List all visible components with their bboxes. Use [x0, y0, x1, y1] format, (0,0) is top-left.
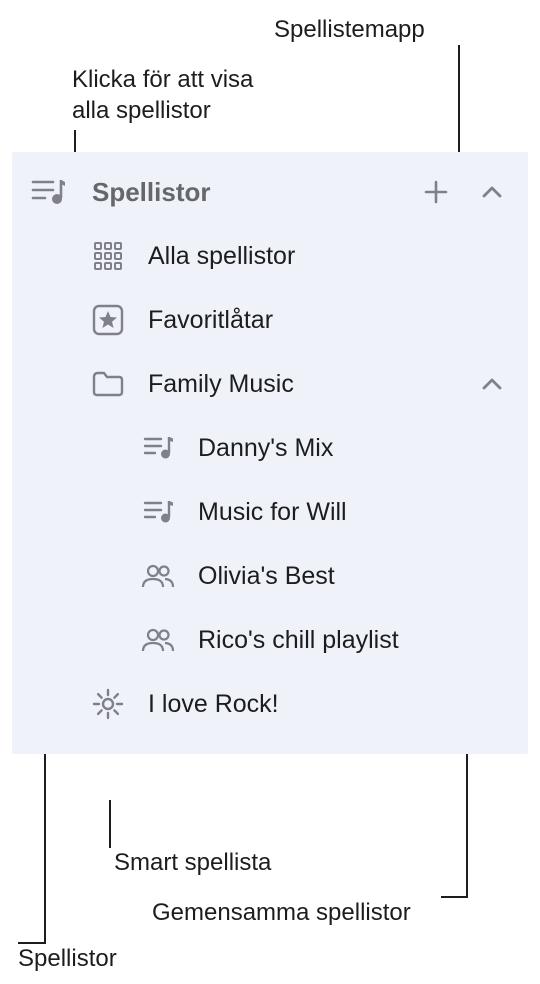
collapse-sidebar-button[interactable] — [474, 174, 510, 210]
sidebar-item-folder[interactable]: Family Music — [12, 352, 528, 416]
sidebar-item-label: I love Rock! — [148, 690, 279, 719]
sidebar-header[interactable]: Spellistor — [12, 170, 528, 224]
sidebar-item-label: Alla spellistor — [148, 242, 295, 271]
people-icon — [140, 622, 176, 658]
add-playlist-button[interactable] — [418, 174, 454, 210]
grid-icon — [90, 238, 126, 274]
sidebar-item-all-playlists[interactable]: Alla spellistor — [12, 224, 528, 288]
sidebar-item-playlist-music-for-will[interactable]: Music for Will — [12, 480, 528, 544]
callout-shared: Gemensamma spellistor — [152, 897, 411, 928]
playlist-icon — [140, 430, 176, 466]
callout-all-line2: alla spellistor — [72, 97, 211, 124]
playlist-icon — [30, 174, 66, 210]
sidebar-item-favorites[interactable]: Favoritlåtar — [12, 288, 528, 352]
people-icon — [140, 558, 176, 594]
callout-folder: Spellistemapp — [274, 14, 425, 45]
sidebar-item-smart-playlist[interactable]: I love Rock! — [12, 672, 528, 736]
sidebar-item-playlist-dannys-mix[interactable]: Danny's Mix — [12, 416, 528, 480]
sidebar-item-label: Favoritlåtar — [148, 306, 273, 335]
sidebar-item-label: Danny's Mix — [198, 434, 333, 463]
sidebar-item-shared-olivias-best[interactable]: Olivia's Best — [12, 544, 528, 608]
sidebar-item-shared-ricos-chill[interactable]: Rico's chill playlist — [12, 608, 528, 672]
collapse-folder-button[interactable] — [474, 366, 510, 402]
folder-icon — [90, 366, 126, 402]
callout-smart: Smart spellista — [114, 847, 271, 878]
callout-all-line1: Klicka för att visa — [72, 66, 253, 93]
sidebar-header-title: Spellistor — [92, 177, 398, 208]
sidebar-item-label: Rico's chill playlist — [198, 626, 399, 655]
callout-all-playlists: Klicka för att visa alla spellistor — [72, 64, 253, 126]
gear-icon — [90, 686, 126, 722]
playlists-sidebar: Spellistor — [12, 152, 528, 754]
callout-playlists: Spellistor — [18, 943, 117, 974]
playlist-icon — [140, 494, 176, 530]
sidebar-item-label: Olivia's Best — [198, 562, 335, 591]
sidebar-item-label: Family Music — [148, 370, 294, 399]
sidebar-item-label: Music for Will — [198, 498, 347, 527]
star-box-icon — [90, 302, 126, 338]
